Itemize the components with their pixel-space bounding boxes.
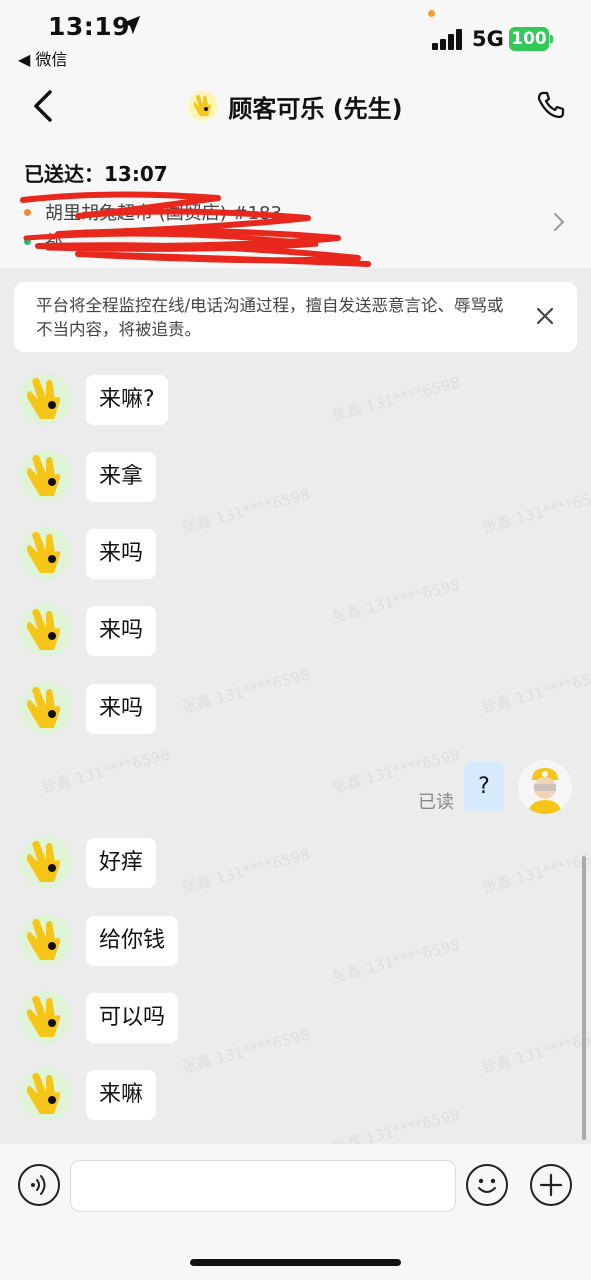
my-message-row: 已读 ? [0,758,591,818]
address-row[interactable]: 都... [24,228,80,254]
message-bubble[interactable]: 来拿 [86,452,157,502]
address-dot [24,237,31,245]
read-receipt: 已读 [418,792,454,813]
signal-strength-icon [432,28,464,50]
home-indicator[interactable] [190,1259,401,1266]
customer-avatar[interactable] [20,527,72,579]
hand-mascot-icon [26,995,61,1037]
hand-mascot-icon [26,1072,61,1114]
emoji-icon [478,1178,496,1193]
message-row: 来嘛? [0,373,591,429]
plus-icon [539,1173,563,1197]
customer-avatar[interactable] [20,450,72,502]
voice-icon [31,1175,46,1195]
back-to-wechat-link[interactable]: ◀ 微信 [18,46,67,70]
customer-avatar[interactable] [20,836,72,888]
hand-mascot-icon [26,531,61,573]
voice-button[interactable] [18,1164,60,1206]
message-row: 来吗 [0,527,591,583]
message-bubble[interactable]: 来吗 [86,606,157,656]
hand-mascot-icon [194,95,212,116]
message-row: 来嘛 [0,1068,591,1124]
status-time: 13:19 [48,12,131,41]
customer-avatar[interactable] [20,914,72,966]
store-name: 胡里胡兔超市 (国贸店) #183 [45,203,282,224]
store-dot [24,208,31,216]
hand-mascot-icon [26,377,61,419]
message-bubble[interactable]: 来嘛? [86,375,168,425]
message-input[interactable] [70,1160,456,1212]
chat-scrollbar[interactable] [582,856,586,1140]
hand-mascot-icon [26,686,61,728]
message-row: 来吗 [0,604,591,660]
customer-avatar[interactable] [20,373,72,425]
hand-mascot-icon [26,608,61,650]
more-actions-button[interactable] [530,1164,572,1206]
hand-mascot-icon [26,840,61,882]
message-bubble[interactable]: 来吗 [86,684,157,734]
close-icon[interactable] [534,305,556,327]
customer-avatar-small [188,91,219,121]
delivered-status: 已送达：13:07 [24,162,168,186]
message-row: 来吗 [0,682,591,738]
store-address: 都... [45,232,81,253]
message-row: 给你钱 [0,914,591,970]
emoji-button[interactable] [466,1164,508,1206]
battery-tip [550,35,553,43]
courier-avatar-icon [518,760,572,814]
chat-title-text: 顾客可乐 (先生) [228,94,403,123]
message-bubble[interactable]: 来嘛 [86,1070,157,1120]
message-row: 可以吗 [0,991,591,1047]
privacy-indicator-dot [428,10,435,17]
store-row[interactable]: 胡里胡兔超市 (国贸店) #183 [24,199,282,225]
network-type: 5G [472,27,504,51]
message-row: 来拿 [0,450,591,506]
battery-indicator: 100 [509,27,549,51]
chevron-right-icon[interactable] [552,210,566,234]
customer-avatar[interactable] [20,604,72,656]
customer-avatar[interactable] [20,682,72,734]
location-arrow-icon [121,15,141,35]
message-bubble[interactable]: 来吗 [86,529,157,579]
hand-mascot-icon [26,918,61,960]
message-row: 好痒 [0,836,591,892]
message-bubble[interactable]: 给你钱 [86,916,179,966]
hand-mascot-icon [26,454,61,496]
platform-notice: 平台将全程监控在线/电话沟通过程，擅自发送恶意言论、辱骂或不当内容，将被追责。 [14,282,577,352]
my-avatar[interactable] [518,760,572,814]
chat-title: 顾客可乐 (先生) [0,86,591,126]
my-message-bubble[interactable]: ? [464,762,504,812]
message-bubble[interactable]: 可以吗 [86,993,179,1043]
customer-avatar[interactable] [20,1068,72,1120]
customer-avatar[interactable] [20,991,72,1043]
notice-text: 平台将全程监控在线/电话沟通过程，擅自发送恶意言论、辱骂或不当内容，将被追责。 [36,296,504,339]
message-bubble[interactable]: 好痒 [86,838,157,888]
phone-icon[interactable] [536,90,566,120]
